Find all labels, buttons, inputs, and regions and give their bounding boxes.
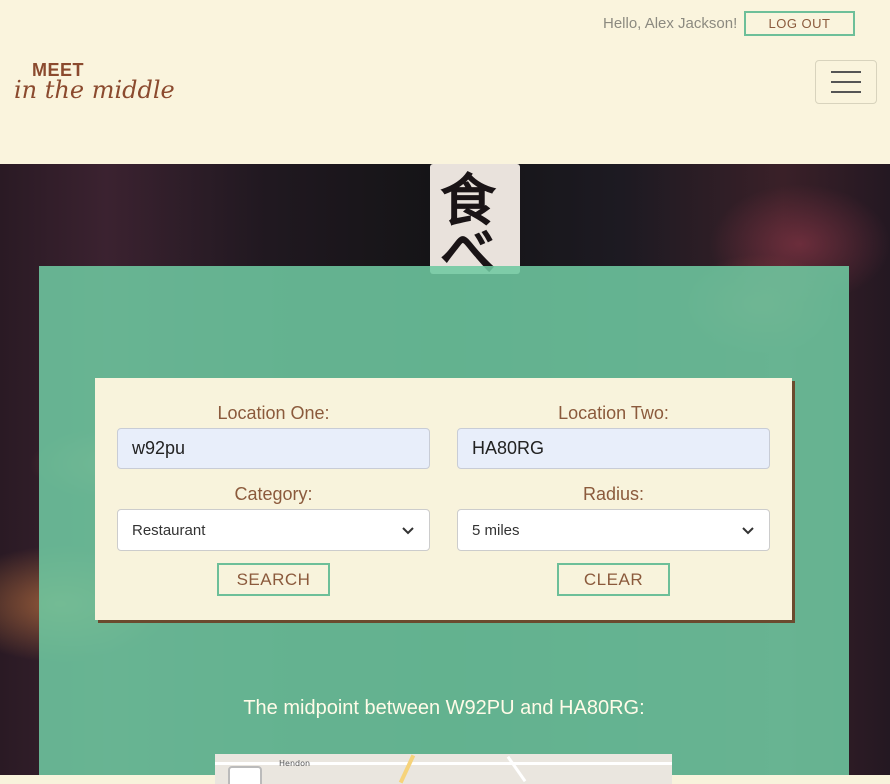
- user-greeting: Hello, Alex Jackson!: [603, 15, 738, 32]
- logo-text-middle: in the middle: [14, 76, 175, 104]
- radius-label: Radius:: [582, 484, 645, 504]
- location-one-input[interactable]: w92pu: [117, 428, 430, 469]
- location-two-input[interactable]: HA80RG: [457, 428, 770, 469]
- location-one-label: Location One:: [217, 403, 330, 423]
- midpoint-heading: The midpoint between W92PU and HA80RG:: [243, 697, 645, 719]
- clear-button[interactable]: CLEAR: [557, 563, 670, 596]
- midpoint-map[interactable]: Hendon: [215, 754, 672, 784]
- hamburger-icon-bar: [831, 71, 861, 73]
- chevron-down-icon: [402, 527, 414, 535]
- category-select[interactable]: Restaurant: [117, 509, 430, 551]
- map-place-label: Hendon: [279, 759, 311, 768]
- map-road: [398, 754, 416, 784]
- map-road: [506, 755, 527, 783]
- category-selected-value: Restaurant: [132, 521, 206, 539]
- map-zoom-control[interactable]: [228, 766, 262, 784]
- radius-select[interactable]: 5 miles: [457, 509, 770, 551]
- location-two-label: Location Two:: [558, 403, 669, 423]
- category-label: Category:: [234, 484, 313, 504]
- radius-selected-value: 5 miles: [472, 521, 520, 539]
- search-button[interactable]: SEARCH: [217, 563, 330, 596]
- chevron-down-icon: [742, 527, 754, 535]
- search-form: Location One: w92pu Location Two: HA80RG…: [95, 378, 792, 620]
- menu-toggle-button[interactable]: [815, 60, 877, 104]
- hamburger-icon-bar: [831, 81, 861, 83]
- site-logo[interactable]: MEET in the middle: [14, 46, 175, 108]
- logout-button[interactable]: LOG OUT: [744, 11, 855, 36]
- site-header: MEET in the middle Hello, Alex Jackson! …: [0, 0, 890, 164]
- hamburger-icon-bar: [831, 91, 861, 93]
